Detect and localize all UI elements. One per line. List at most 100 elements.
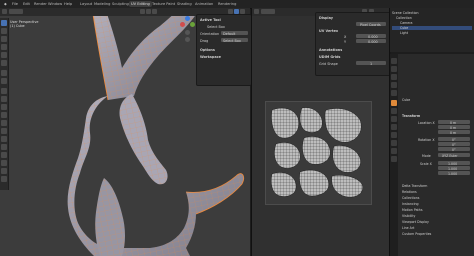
grid-shape-label: Grid Shape (319, 62, 338, 66)
section-annotations[interactable]: Annotations (319, 48, 342, 52)
axis-z-icon[interactable] (185, 16, 190, 21)
measure-icon[interactable] (1, 78, 7, 84)
inset-icon[interactable] (1, 96, 7, 102)
section-instancing[interactable]: Instancing (402, 202, 419, 206)
output-tab-icon[interactable] (391, 74, 397, 80)
rip-icon[interactable] (1, 176, 7, 182)
extrude-icon[interactable] (1, 88, 7, 94)
material-tab-icon[interactable] (391, 148, 397, 154)
orientation-value: Default (223, 32, 236, 36)
shear-icon[interactable] (1, 168, 7, 174)
uv-islands[interactable] (268, 104, 367, 200)
transform-icon[interactable] (1, 60, 7, 66)
editor-type-icon[interactable] (2, 9, 7, 14)
knife-icon[interactable] (1, 120, 7, 126)
section-relations[interactable]: Relations (402, 190, 417, 194)
poly-build-icon[interactable] (1, 128, 7, 134)
edge-slide-icon[interactable] (1, 152, 7, 158)
rotation-label: Rotation X (418, 138, 435, 142)
physics-tab-icon[interactable] (391, 124, 397, 130)
location-label: Location X (418, 121, 435, 125)
modifier-tab-icon[interactable] (391, 108, 397, 114)
section-active-tool[interactable]: Active Tool (200, 18, 221, 22)
select-box-icon[interactable] (1, 20, 7, 26)
constraints-tab-icon[interactable] (391, 132, 397, 138)
uv-editor-type-icon[interactable] (254, 9, 259, 14)
section-custom-properties[interactable]: Custom Properties (402, 232, 431, 236)
active-object-label: (1) Cube (10, 24, 25, 28)
axis-y-icon[interactable] (190, 22, 195, 27)
outliner-collection[interactable]: Collection (396, 16, 412, 20)
move-icon[interactable] (1, 36, 7, 42)
render-tab-icon[interactable] (391, 66, 397, 72)
grid-shape-value: 1 (370, 62, 373, 66)
tab-animation[interactable]: Animation (193, 1, 215, 7)
scale-icon[interactable] (1, 52, 7, 58)
edge-select-icon[interactable] (146, 9, 151, 14)
vertex-select-icon[interactable] (140, 9, 145, 14)
blender-logo-icon[interactable]: ◆ (2, 1, 9, 7)
section-viewport-display[interactable]: Viewport Display (402, 220, 429, 224)
section-display[interactable]: Display (319, 16, 333, 20)
tab-rendering[interactable]: Rendering (216, 1, 238, 7)
tab-sculpting[interactable]: Sculpting (110, 1, 131, 7)
viewport-sidebar: Active Tool Select Box Orientation Defau… (196, 14, 252, 86)
location-z-value: 0 m (450, 131, 457, 135)
section-delta-transform[interactable]: Delta Transform (402, 184, 427, 188)
smooth-icon[interactable] (1, 144, 7, 150)
section-motion-paths[interactable]: Motion Paths (402, 208, 422, 212)
spin-icon[interactable] (1, 136, 7, 142)
object-properties: Cube Transform Location X 0 m 0 m 0 m Ro… (398, 54, 474, 256)
outliner-cube[interactable]: Cube (392, 26, 472, 30)
section-visibility[interactable]: Visibility (402, 214, 415, 218)
section-transform[interactable]: Transform (402, 114, 420, 118)
world-tab-icon[interactable] (391, 90, 397, 96)
loop-cut-icon[interactable] (1, 112, 7, 118)
toolbar-left (0, 18, 9, 190)
tab-texture-paint[interactable]: Texture Paint (150, 1, 177, 7)
section-udim-grids[interactable]: UDIM Grids (319, 55, 340, 59)
section-workspace[interactable]: Workspace (200, 55, 221, 59)
pan-icon[interactable] (185, 37, 190, 42)
rotation-mode-value: XYZ Euler (442, 154, 458, 158)
drag-label: Drag (200, 39, 209, 43)
rotate-icon[interactable] (1, 44, 7, 50)
menu-file[interactable]: File (10, 1, 20, 7)
outliner-scene-collection[interactable]: Scene Collection (392, 11, 419, 15)
section-options[interactable]: Options (200, 48, 215, 52)
uv-x-label: X (344, 35, 347, 39)
object-name-label[interactable]: Cube (402, 98, 410, 102)
face-select-icon[interactable] (152, 9, 157, 14)
bevel-icon[interactable] (1, 104, 7, 110)
uv-y-label: Y (344, 40, 347, 44)
menu-edit[interactable]: Edit (21, 1, 32, 7)
axis-x-icon[interactable] (180, 22, 185, 27)
tab-uv-editing[interactable]: UV Editing (129, 1, 152, 7)
uv-mode-dropdown[interactable] (261, 9, 275, 14)
outliner-light[interactable]: Light (400, 31, 408, 35)
outliner[interactable]: Scene Collection Collection Camera Cube … (390, 8, 474, 52)
section-collections[interactable]: Collections (402, 196, 419, 200)
cursor-icon[interactable] (1, 28, 7, 34)
object-tab-icon[interactable] (391, 100, 397, 106)
tab-shading[interactable]: Shading (175, 1, 194, 7)
mode-dropdown[interactable] (9, 9, 23, 14)
tool-tab-icon[interactable] (391, 58, 397, 64)
mode-label: Mode (422, 154, 431, 158)
annotate-icon[interactable] (1, 70, 7, 76)
uv-y-value: 0.000 (368, 40, 378, 44)
zoom-icon[interactable] (185, 30, 190, 35)
uv-sidebar: Display Pixel Coords UV Vertex X 0.000 Y… (315, 12, 391, 76)
particles-tab-icon[interactable] (391, 116, 397, 122)
texture-tab-icon[interactable] (391, 156, 397, 162)
drag-value: Select Box (223, 39, 241, 43)
data-tab-icon[interactable] (391, 140, 397, 146)
outliner-camera[interactable]: Camera (400, 21, 413, 25)
navigation-gizmo[interactable] (180, 16, 196, 46)
shrink-fatten-icon[interactable] (1, 160, 7, 166)
menu-help[interactable]: Help (62, 1, 74, 7)
scene-tab-icon[interactable] (391, 82, 397, 88)
section-uv-vertex[interactable]: UV Vertex (319, 29, 338, 33)
section-line-art[interactable]: Line Art (402, 226, 414, 230)
rotation-z-value: 0° (452, 148, 456, 152)
